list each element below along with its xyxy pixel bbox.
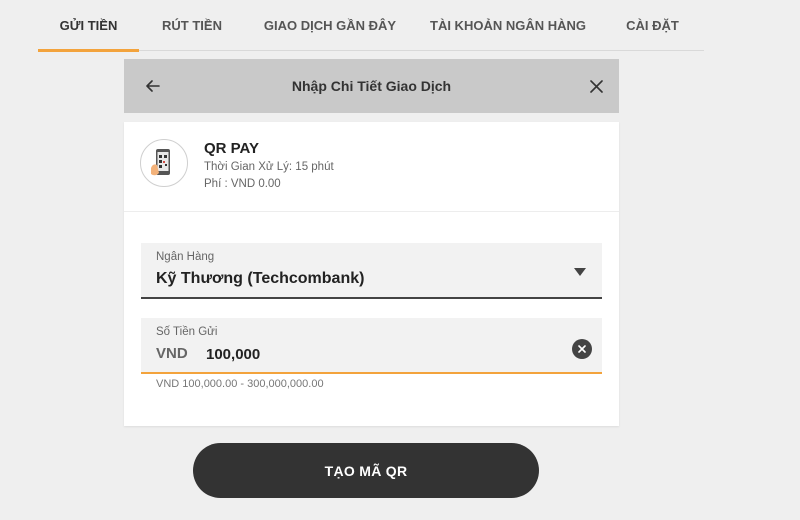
close-button[interactable] [585,75,607,97]
amount-label: Số Tiền Gửi [156,326,218,338]
transaction-card: QR PAY Thời Gian Xử Lý: 15 phút Phí : VN… [124,122,619,426]
qr-phone-icon [140,139,188,187]
modal-title: Nhập Chi Tiết Giao Dịch [291,78,452,94]
caret-down-icon [574,268,586,276]
back-button[interactable] [142,75,164,97]
processing-time: Thời Gian Xử Lý: 15 phút [204,161,334,173]
payment-method: QR PAY Thời Gian Xử Lý: 15 phút Phí : VN… [124,122,619,212]
bank-value: Kỹ Thương (Techcombank) [156,270,365,287]
amount-input[interactable] [206,342,506,366]
bank-label: Ngân Hàng [156,251,215,263]
bank-select[interactable]: Ngân Hàng Kỹ Thương (Techcombank) [141,243,602,299]
top-tab-bar: GỬI TIỀN RÚT TIỀN GIAO DỊCH GẦN ĐÂY TÀI … [38,0,704,52]
currency-label: VND [156,345,188,362]
arrow-left-icon [146,80,160,92]
close-icon [589,79,603,93]
clear-icon [578,345,586,353]
amount-field: Số Tiền Gửi VND [141,318,602,374]
modal-header: Nhập Chi Tiết Giao Dịch [124,59,619,113]
tab-recent-transactions[interactable]: GIAO DỊCH GẦN ĐÂY [245,0,415,51]
fee-text: Phí : VND 0.00 [204,178,281,190]
clear-amount-button[interactable] [572,339,592,359]
method-name: QR PAY [204,140,260,157]
tab-settings[interactable]: CÀI ĐẶT [601,0,704,51]
tab-withdraw[interactable]: RÚT TIỀN [139,0,245,51]
tab-deposit[interactable]: GỬI TIỀN [38,0,139,52]
amount-range-hint: VND 100,000.00 - 300,000,000.00 [156,378,324,390]
generate-qr-button[interactable]: TẠO MÃ QR [193,443,539,498]
tab-bank-accounts[interactable]: TÀI KHOẢN NGÂN HÀNG [415,0,601,51]
